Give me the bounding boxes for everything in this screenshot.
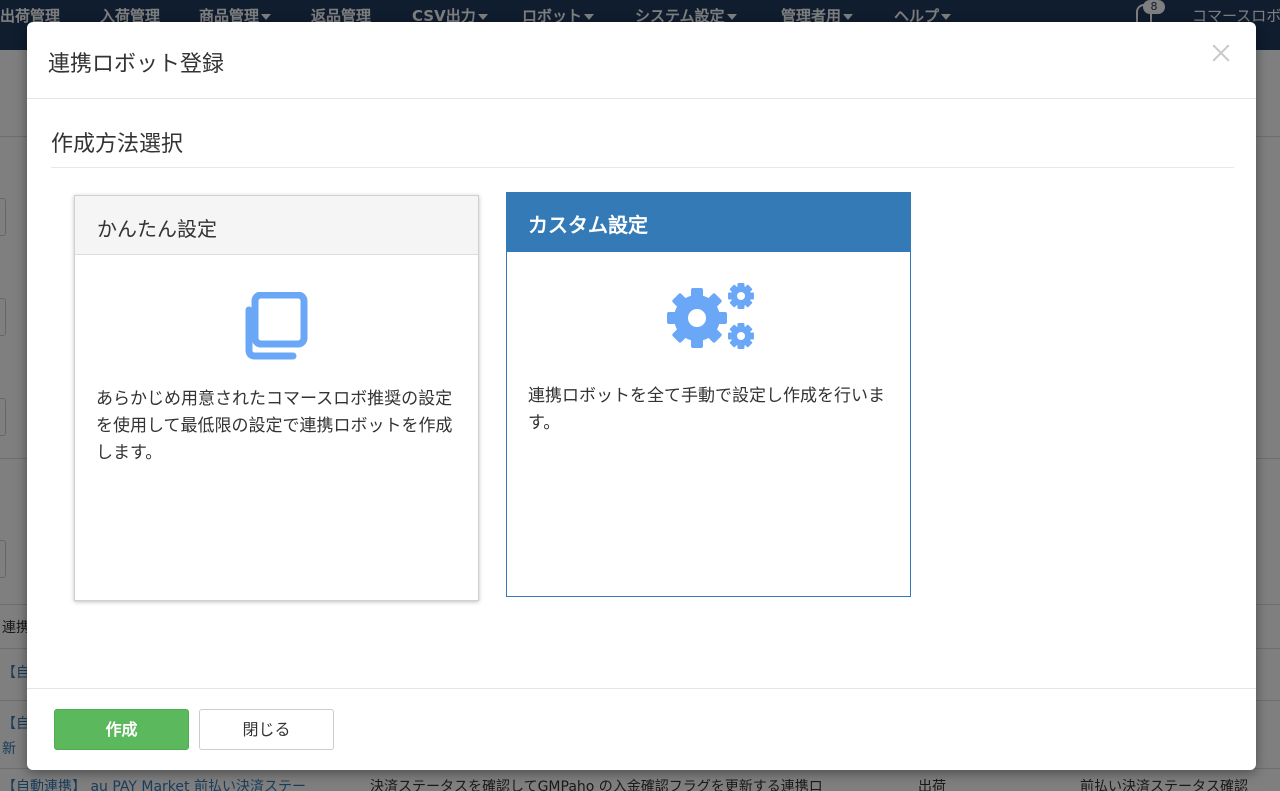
register-robot-modal: 連携ロボット登録 作成方法選択 かんたん設定 あらかじめ用意されたコマースロボ推…: [27, 22, 1256, 770]
create-button[interactable]: 作成: [54, 709, 189, 750]
easy-setup-heading: かんたん設定: [97, 217, 217, 241]
custom-setup-heading: カスタム設定: [528, 213, 648, 237]
cogs-icon: [667, 283, 754, 349]
card-header: カスタム設定: [507, 193, 910, 252]
card-header: かんたん設定: [75, 196, 478, 255]
section-divider: [51, 167, 1234, 168]
close-button[interactable]: 閉じる: [199, 709, 334, 750]
easy-setup-card[interactable]: かんたん設定 あらかじめ用意されたコマースロボ推奨の設定を使用して最低限の設定で…: [74, 195, 479, 601]
modal-title: 連携ロボット登録: [48, 52, 225, 77]
custom-setup-description: 連携ロボットを全て手動で設定し作成を行います。: [528, 386, 885, 433]
easy-setup-description: あらかじめ用意されたコマースロボ推奨の設定を使用して最低限の設定で連携ロボットを…: [96, 389, 453, 463]
modal-header: 連携ロボット登録: [27, 22, 1256, 99]
copy-icon: [245, 292, 308, 360]
section-title: 作成方法選択: [51, 132, 184, 157]
custom-setup-card[interactable]: カスタム設定 連携ロボットを全て手動で設定し作成を行います。: [506, 192, 911, 597]
modal-footer: 作成 閉じる: [27, 688, 1256, 770]
close-icon[interactable]: [1210, 42, 1232, 64]
